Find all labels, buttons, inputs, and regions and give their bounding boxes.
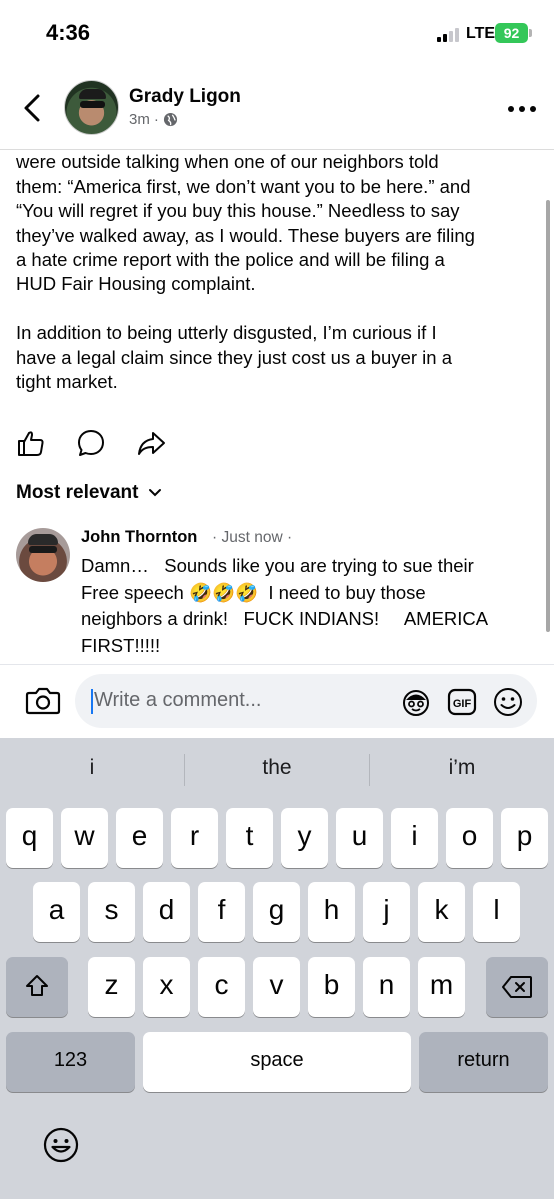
key-j[interactable]: j [363,882,410,942]
suggestion-1[interactable]: i [0,756,184,780]
comments-sort-dropdown[interactable]: Most relevant [16,482,162,504]
comment-input[interactable]: Write a comment... GIF [75,674,537,728]
post-timestamp: 3m [129,111,150,128]
key-e[interactable]: e [116,808,163,868]
gif-icon[interactable]: GIF [447,687,477,717]
comment-composer: Write a comment... GIF [0,664,554,738]
key-g[interactable]: g [253,882,300,942]
delete-key[interactable] [486,957,548,1017]
back-arrow-icon[interactable] [16,88,50,128]
like-icon[interactable] [16,428,46,458]
keyboard: i the i’m q w e r t y u i o p a s d f g … [0,738,554,1199]
comment-placeholder: Write a comment... [94,689,262,711]
key-r[interactable]: r [171,808,218,868]
key-i[interactable]: i [391,808,438,868]
signal-strength-icon [437,28,463,42]
meta-separator: · [153,111,159,128]
key-n[interactable]: n [363,957,410,1017]
avatar-sticker-icon[interactable] [401,687,431,717]
key-d[interactable]: d [143,882,190,942]
emoji-keyboard-icon[interactable] [42,1126,80,1164]
post-header: Grady Ligon 3m · [0,66,554,150]
commenter-avatar[interactable] [16,528,70,582]
key-m[interactable]: m [418,957,465,1017]
post-actions [16,428,166,462]
network-type: LTE [466,25,496,42]
sort-label: Most relevant [16,482,139,503]
shift-key[interactable] [6,957,68,1017]
comment-icon[interactable] [76,428,106,458]
svg-text:GIF: GIF [453,698,472,710]
key-p[interactable]: p [501,808,548,868]
key-t[interactable]: t [226,808,273,868]
comment-time: · Just now · [212,529,293,546]
key-y[interactable]: y [281,808,328,868]
backspace-icon [502,976,532,998]
author-avatar[interactable] [64,80,119,135]
post-meta: 3m · [129,111,178,128]
camera-icon[interactable] [25,684,61,716]
status-bar: 4:36 LTE 92 [0,0,554,66]
key-v[interactable]: v [253,957,300,1017]
battery-indicator: 92 [495,23,532,43]
key-k[interactable]: k [418,882,465,942]
key-o[interactable]: o [446,808,493,868]
key-w[interactable]: w [61,808,108,868]
key-q[interactable]: q [6,808,53,868]
suggestion-2[interactable]: the [185,756,369,780]
emoji-icon[interactable] [493,687,523,717]
key-l[interactable]: l [473,882,520,942]
author-name[interactable]: Grady Ligon [129,86,241,108]
comment-text: Damn… Sounds like you are trying to sue … [81,555,489,656]
key-u[interactable]: u [336,808,383,868]
suggestion-bar: i the i’m [0,738,554,800]
shift-icon [26,975,48,996]
key-z[interactable]: z [88,957,135,1017]
key-a[interactable]: a [33,882,80,942]
key-f[interactable]: f [198,882,245,942]
chevron-down-icon [149,489,162,497]
numbers-key[interactable]: 123 [6,1032,135,1092]
share-icon[interactable] [136,428,166,458]
post-body-text: agent, they were ready to meet our askin… [16,127,475,393]
comment-author[interactable]: John Thornton [81,528,197,547]
key-c[interactable]: c [198,957,245,1017]
key-b[interactable]: b [308,957,355,1017]
more-options-icon[interactable] [506,104,538,114]
scrollbar[interactable] [546,200,550,632]
status-time: 4:36 [46,20,91,45]
space-key[interactable]: space [143,1032,411,1092]
key-h[interactable]: h [308,882,355,942]
return-key[interactable]: return [419,1032,548,1092]
suggestion-3[interactable]: i’m [370,756,554,780]
key-s[interactable]: s [88,882,135,942]
text-cursor [91,689,93,714]
key-x[interactable]: x [143,957,190,1017]
globe-icon [163,112,177,127]
